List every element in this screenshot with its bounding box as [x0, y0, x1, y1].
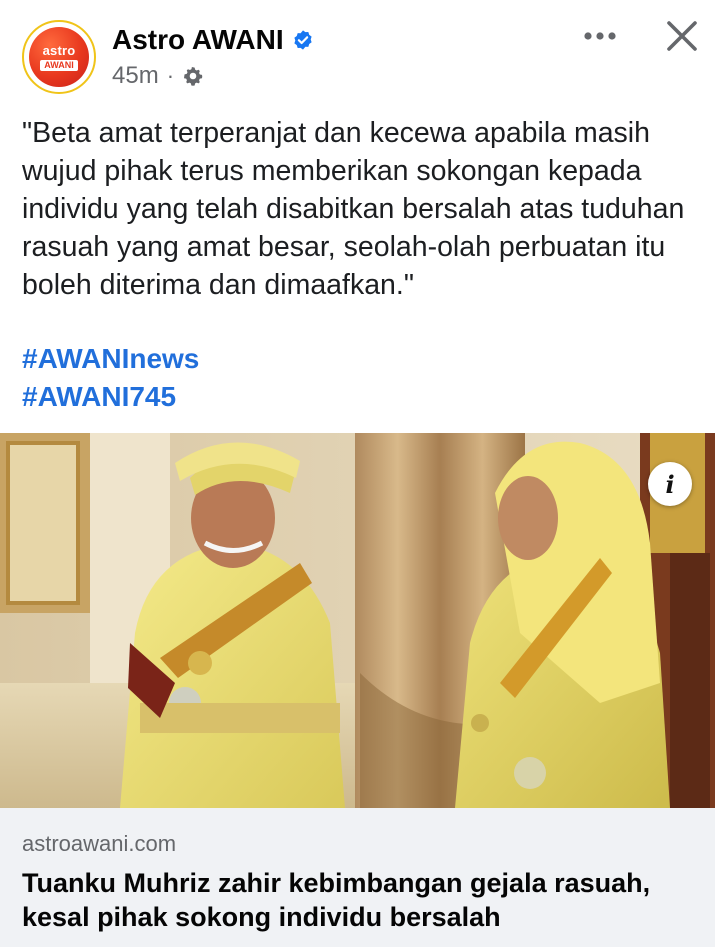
royal-couple-photo: [0, 433, 715, 808]
close-icon: [667, 21, 697, 51]
page-avatar[interactable]: astro AWANI: [22, 20, 96, 94]
astro-awani-logo: astro AWANI: [29, 27, 89, 87]
post-image[interactable]: [0, 433, 715, 808]
link-preview[interactable]: astroawani.com Tuanku Muhriz zahir kebim…: [0, 808, 715, 947]
post-timestamp[interactable]: 45m: [112, 60, 159, 92]
post-body-text: "Beta amat terperanjat dan kecewa apabil…: [22, 117, 693, 301]
post-meta: 45m ·: [112, 60, 204, 92]
facebook-post: astro AWANI Astro AWANI 45m · "Beta amat…: [0, 0, 715, 947]
hashtag-link[interactable]: #AWANInews: [22, 340, 422, 378]
post-header: astro AWANI Astro AWANI 45m ·: [0, 0, 715, 110]
close-button[interactable]: [658, 14, 706, 58]
page-name-row: Astro AWANI: [112, 22, 314, 58]
logo-text-top: astro: [42, 42, 76, 58]
link-domain: astroawani.com: [22, 831, 177, 856]
gear-icon[interactable]: [182, 65, 204, 87]
hashtag-link[interactable]: #AWANI745: [22, 378, 422, 416]
page-name[interactable]: Astro AWANI: [112, 22, 284, 58]
hashtag-list: #AWANInews #AWANI745: [22, 340, 422, 416]
logo-text-bottom: AWANI: [40, 59, 78, 71]
image-info-button[interactable]: i: [648, 462, 692, 506]
verified-badge-icon: [294, 30, 312, 50]
more-horizontal-icon: [584, 32, 616, 40]
meta-separator: ·: [166, 63, 175, 88]
link-title: Tuanku Muhriz zahir kebimbangan gejala r…: [22, 868, 651, 932]
more-options-button[interactable]: [576, 18, 624, 54]
